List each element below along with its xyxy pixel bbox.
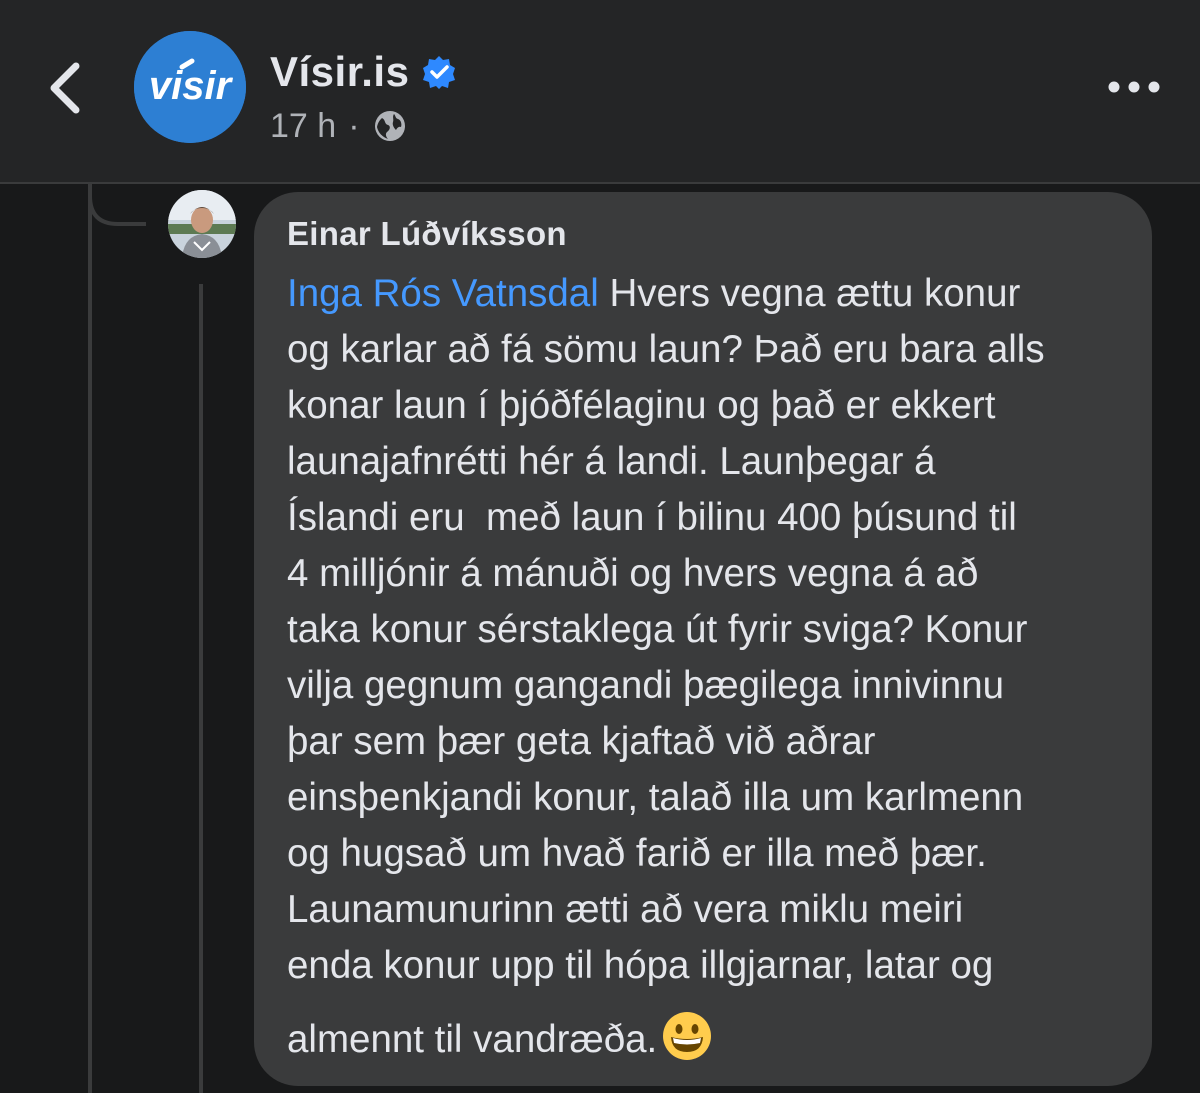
comment-line: Íslandi eru með laun í bilinu 400 þúsund… [287,496,1017,539]
commenter-avatar[interactable] [168,190,236,258]
post-header: visir Vísir.is 17 h · [0,0,1200,184]
page-name-row: Vísir.is [270,44,457,100]
page-name[interactable]: Vísir.is [270,48,409,96]
comment-line: 4 milljónir á mánuði og hvers vegna á að [287,552,979,595]
comment-text: Inga Rós Vatnsdal Hvers vegna ættu konur… [287,266,1122,1068]
comment-line-text: Hvers vegna ættu konur [598,272,1021,315]
comment-line: konar laun í þjóðfélaginu og það er ekke… [287,384,996,427]
thread-connector [88,184,146,226]
commenter-name[interactable]: Einar Lúðvíksson [287,210,1122,258]
verified-badge-icon [421,54,457,90]
visir-logo-text: visir [149,64,234,108]
chevron-left-icon [50,62,80,114]
avatar-image [168,190,236,258]
more-options-button[interactable] [1104,70,1164,104]
back-button[interactable] [40,58,92,118]
mention-link[interactable]: Inga Rós Vatnsdal [287,272,599,315]
reply-thread-line [199,284,203,1093]
post-timestamp[interactable]: 17 h [270,107,336,146]
comment-line: Launamunurinn ætti að vera miklu meiri [287,888,964,931]
comment-line-text: almennt til vandræða. [287,1018,658,1061]
globe-icon [372,108,408,144]
comment-line-last: almennt til vandræða. [287,1010,1122,1068]
comment-line: taka konur sérstaklega út fyrir sviga? K… [287,608,1028,651]
grinning-face-emoji [661,1010,713,1062]
comment-line: þar sem þær geta kjaftað við aðrar [287,720,876,763]
thread-line [88,184,92,1093]
visir-logo: visir [134,31,246,143]
post-meta: 17 h · [270,104,408,148]
more-horizontal-icon [1108,81,1160,93]
comment-line: Inga Rós Vatnsdal Hvers vegna ættu konur [287,266,1122,322]
comment-line: einsþenkjandi konur, talað illa um karlm… [287,776,1024,819]
meta-separator: · [348,106,360,145]
comment-line: launajafnrétti hér á landi. Launþegar á [287,440,936,483]
comment-bubble: Einar Lúðvíksson Inga Rós Vatnsdal Hvers… [254,192,1152,1086]
comment-line: og karlar að fá sömu laun? Það eru bara … [287,328,1045,371]
page-avatar[interactable]: visir [134,31,246,143]
comment-line: og hugsað um hvað farið er illa með þær. [287,832,987,875]
comment-line: enda konur upp til hópa illgjarnar, lata… [287,944,994,987]
comment-line: vilja gegnum gangandi þægilega innivinnu [287,664,1005,707]
